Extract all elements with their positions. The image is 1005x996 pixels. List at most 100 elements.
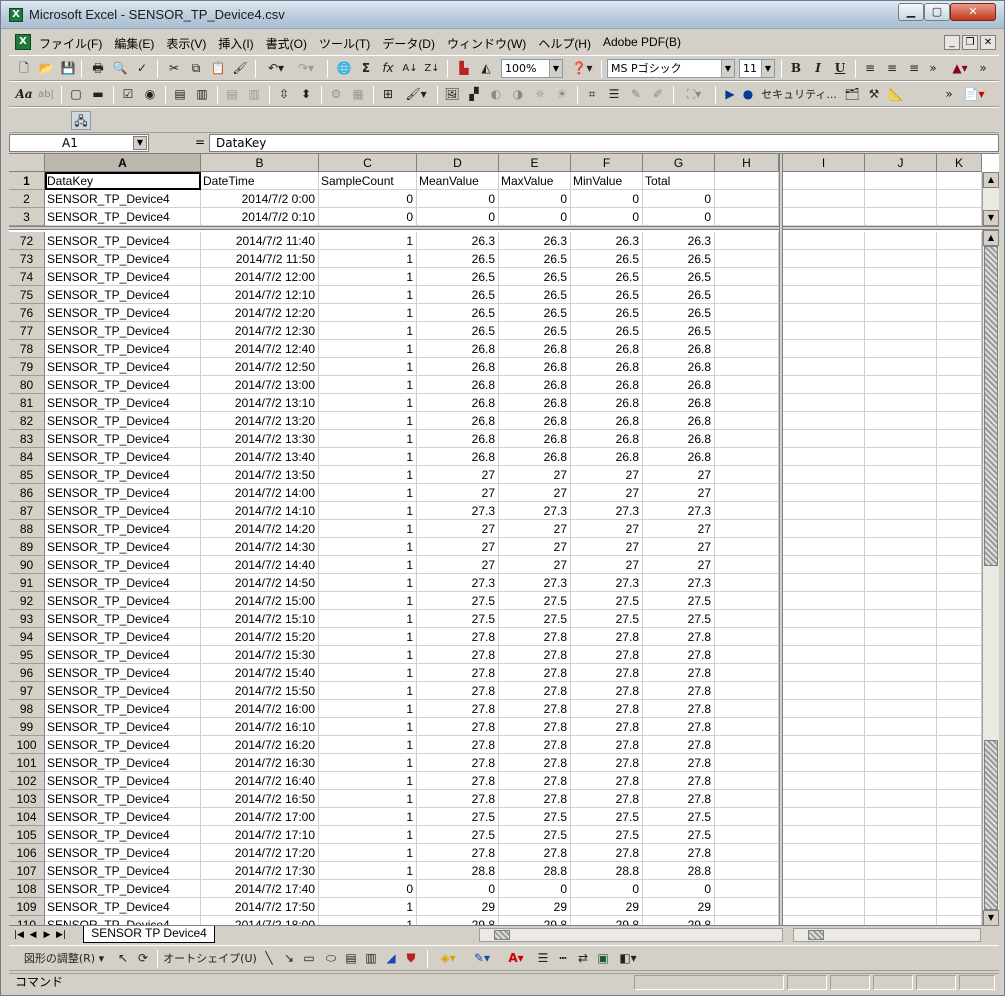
empty-cell[interactable]: [783, 484, 865, 502]
table-cell[interactable]: SENSOR_TP_Device4: [45, 790, 201, 808]
line-weight-icon[interactable]: ☰: [535, 949, 551, 968]
table-cell[interactable]: 2014/7/2 14:30: [201, 538, 319, 556]
table-cell[interactable]: 27.5: [499, 808, 571, 826]
empty-cell[interactable]: [937, 862, 982, 880]
table-cell[interactable]: 2014/7/2 14:10: [201, 502, 319, 520]
empty-cell[interactable]: [783, 502, 865, 520]
table-cell[interactable]: 27.3: [417, 574, 499, 592]
empty-cell[interactable]: [865, 466, 937, 484]
table-cell[interactable]: 27.8: [499, 718, 571, 736]
column-header-c[interactable]: C: [319, 154, 417, 172]
empty-cell[interactable]: [937, 502, 982, 520]
table-cell[interactable]: 1: [319, 448, 417, 466]
menu-format[interactable]: 書式(O): [264, 35, 309, 52]
table-cell[interactable]: 26.8: [643, 448, 715, 466]
table-cell[interactable]: 27: [417, 538, 499, 556]
oval-icon[interactable]: ⬭: [321, 949, 341, 968]
table-cell[interactable]: 26.8: [499, 430, 571, 448]
table-cell[interactable]: 1: [319, 916, 417, 925]
copy-icon[interactable]: ⧉: [187, 59, 205, 78]
table-cell[interactable]: 27.8: [571, 628, 643, 646]
table-cell[interactable]: 2014/7/2 13:20: [201, 412, 319, 430]
table-cell[interactable]: 1: [319, 664, 417, 682]
table-cell[interactable]: SENSOR_TP_Device4: [45, 520, 201, 538]
draw-adjust-menu[interactable]: 図形の調整(R) ▾: [17, 949, 111, 968]
empty-cell[interactable]: [783, 592, 865, 610]
empty-cell[interactable]: [937, 808, 982, 826]
empty-cell[interactable]: [937, 916, 982, 925]
horizontal-scrollbar-left[interactable]: [479, 928, 783, 942]
row-header[interactable]: 72: [9, 232, 45, 250]
empty-cell[interactable]: [937, 790, 982, 808]
scroll-thumb[interactable]: [494, 930, 510, 940]
table-cell[interactable]: 27.8: [499, 844, 571, 862]
column-header-f[interactable]: F: [571, 154, 643, 172]
table-cell[interactable]: SENSOR_TP_Device4: [45, 394, 201, 412]
empty-cell[interactable]: [783, 754, 865, 772]
list-box-icon[interactable]: ▤: [171, 85, 189, 104]
more-contrast-icon[interactable]: ◐: [487, 85, 505, 104]
row-header[interactable]: 97: [9, 682, 45, 700]
print-preview-icon[interactable]: 🔍: [111, 59, 129, 78]
empty-cell[interactable]: [865, 232, 937, 250]
empty-cell[interactable]: [783, 664, 865, 682]
table-cell[interactable]: 26.5: [643, 304, 715, 322]
table-cell[interactable]: 0: [499, 190, 571, 208]
font-size-combo[interactable]: 11 ▼: [739, 59, 775, 78]
empty-cell[interactable]: [715, 322, 779, 340]
table-cell[interactable]: 2014/7/2 13:00: [201, 376, 319, 394]
table-cell[interactable]: SENSOR_TP_Device4: [45, 430, 201, 448]
table-cell[interactable]: 29: [499, 898, 571, 916]
table-cell[interactable]: 27: [499, 556, 571, 574]
empty-cell[interactable]: [783, 574, 865, 592]
table-cell[interactable]: 27.8: [643, 844, 715, 862]
empty-cell[interactable]: [865, 340, 937, 358]
empty-cell[interactable]: [937, 718, 982, 736]
empty-cell[interactable]: [865, 916, 937, 925]
row-header[interactable]: 87: [9, 502, 45, 520]
row-header[interactable]: 106: [9, 844, 45, 862]
empty-cell[interactable]: [783, 736, 865, 754]
table-cell[interactable]: 27.8: [643, 718, 715, 736]
column-header-h[interactable]: H: [715, 154, 779, 172]
table-cell[interactable]: SENSOR_TP_Device4: [45, 376, 201, 394]
empty-cell[interactable]: [865, 808, 937, 826]
empty-cell[interactable]: [937, 484, 982, 502]
table-cell[interactable]: 27.8: [499, 772, 571, 790]
table-cell[interactable]: 26.8: [643, 358, 715, 376]
empty-cell[interactable]: [937, 844, 982, 862]
empty-cell[interactable]: [783, 682, 865, 700]
table-cell[interactable]: 27.5: [643, 610, 715, 628]
table-cell[interactable]: 26.5: [417, 268, 499, 286]
empty-cell[interactable]: [937, 448, 982, 466]
row-header[interactable]: 102: [9, 772, 45, 790]
empty-cell[interactable]: [715, 208, 779, 226]
table-cell[interactable]: 27.5: [417, 610, 499, 628]
toggle-grid-icon[interactable]: ⊞: [379, 85, 397, 104]
empty-cell[interactable]: [937, 340, 982, 358]
table-cell[interactable]: 27.8: [571, 736, 643, 754]
empty-cell[interactable]: [715, 484, 779, 502]
chevron-down-icon[interactable]: ▼: [721, 60, 734, 77]
empty-cell[interactable]: [937, 610, 982, 628]
empty-cell[interactable]: [937, 412, 982, 430]
table-cell[interactable]: 26.5: [417, 304, 499, 322]
control-properties-icon[interactable]: ⚙: [327, 85, 345, 104]
table-cell[interactable]: 27: [571, 556, 643, 574]
empty-cell[interactable]: [865, 430, 937, 448]
table-cell[interactable]: SENSOR_TP_Device4: [45, 826, 201, 844]
menu-edit[interactable]: 編集(E): [112, 35, 156, 52]
table-cell[interactable]: 29.8: [643, 916, 715, 925]
button-tool-icon[interactable]: ▬: [89, 85, 107, 104]
spinner-icon[interactable]: ⬍: [297, 85, 315, 104]
table-cell[interactable]: 0: [643, 208, 715, 226]
open-icon[interactable]: 📂: [37, 59, 55, 78]
empty-cell[interactable]: [937, 232, 982, 250]
table-cell[interactable]: 26.8: [499, 412, 571, 430]
option-button-icon[interactable]: ◉: [141, 85, 159, 104]
table-cell[interactable]: 27.8: [417, 682, 499, 700]
table-cell[interactable]: 26.5: [643, 250, 715, 268]
empty-cell[interactable]: [783, 772, 865, 790]
table-cell[interactable]: 1: [319, 718, 417, 736]
chevron-down-icon[interactable]: ▼: [133, 136, 147, 150]
